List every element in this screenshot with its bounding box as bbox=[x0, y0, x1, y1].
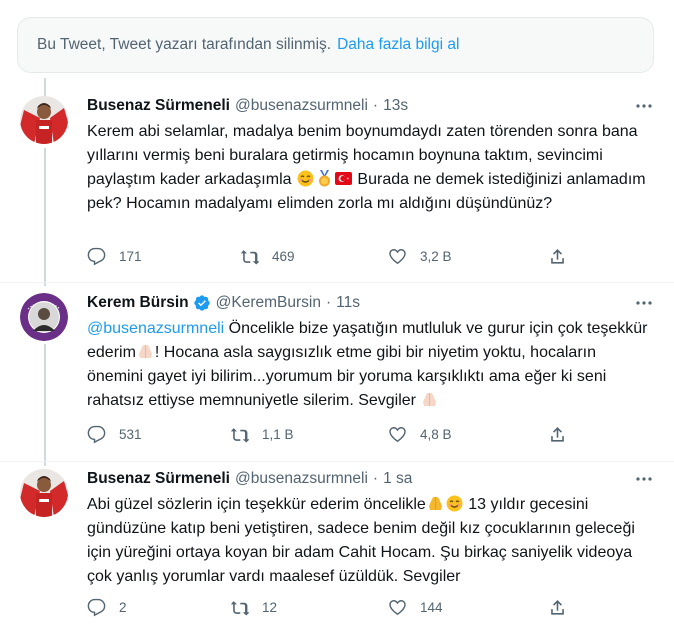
thread-line bbox=[44, 78, 46, 96]
tweet-divider bbox=[0, 282, 674, 283]
author-handle[interactable]: @KeremBursin bbox=[216, 294, 321, 312]
tweet-text: Abi güzel sözlerin için teşekkür ederim … bbox=[87, 493, 654, 589]
separator-dot: · bbox=[372, 97, 379, 114]
like-button[interactable]: 4,8 B bbox=[388, 424, 548, 444]
tweet-actions: 531 1,1 B 4,8 B bbox=[87, 424, 567, 444]
reply-button[interactable]: 531 bbox=[87, 424, 230, 444]
reply-button[interactable]: 171 bbox=[87, 246, 240, 266]
like-count: 144 bbox=[420, 599, 443, 615]
share-button[interactable] bbox=[548, 597, 567, 617]
like-button[interactable]: 3,2 B bbox=[388, 246, 548, 266]
folded-hands-emoji bbox=[421, 391, 438, 408]
retweet-icon bbox=[230, 427, 249, 442]
avatar[interactable] bbox=[20, 96, 68, 144]
avatar[interactable] bbox=[20, 469, 68, 517]
tweet-actions: 171 469 3,2 B bbox=[87, 246, 567, 266]
reply-icon bbox=[87, 247, 106, 265]
tweet-divider bbox=[0, 461, 674, 462]
verified-badge-icon bbox=[193, 294, 211, 312]
more-icon[interactable] bbox=[634, 293, 654, 313]
retweet-count: 469 bbox=[272, 248, 295, 264]
author-handle[interactable]: @busenazsurmneli bbox=[235, 470, 368, 488]
reply-count: 2 bbox=[119, 599, 127, 615]
heart-icon bbox=[389, 426, 406, 442]
tweet-actions: 2 12 144 bbox=[87, 597, 567, 617]
folded-hands-emoji bbox=[427, 495, 444, 512]
heart-icon bbox=[389, 248, 406, 264]
smiling-face-emoji bbox=[446, 495, 463, 512]
timestamp[interactable]: 11s bbox=[336, 294, 360, 312]
heart-icon bbox=[389, 599, 406, 615]
tweet-text-part: ! Hocana asla saygısızlık etme gibi bir … bbox=[87, 344, 607, 409]
retweet-icon bbox=[240, 249, 259, 264]
medal-emoji bbox=[316, 170, 333, 187]
reply-icon bbox=[87, 425, 106, 443]
avatar[interactable] bbox=[20, 293, 68, 341]
author-name[interactable]: Busenaz Sürmeneli bbox=[87, 470, 230, 488]
tweet-text: @busenazsurmneli Öncelikle bize yaşatığı… bbox=[87, 317, 654, 413]
retweet-button[interactable]: 469 bbox=[240, 246, 388, 266]
tweet-text-part: Abi güzel sözlerin için teşekkür ederim … bbox=[87, 496, 426, 513]
retweet-count: 1,1 B bbox=[262, 426, 294, 442]
reply-icon bbox=[87, 598, 106, 616]
retweet-button[interactable]: 12 bbox=[230, 597, 388, 617]
share-button[interactable] bbox=[548, 246, 567, 266]
more-icon[interactable] bbox=[634, 96, 654, 116]
learn-more-link[interactable]: Daha fazla bilgi al bbox=[337, 36, 459, 54]
reply-count: 171 bbox=[119, 248, 142, 264]
retweet-button[interactable]: 1,1 B bbox=[230, 424, 388, 444]
separator-dot: · bbox=[325, 294, 332, 311]
deleted-notice-text: Bu Tweet, Tweet yazarı tarafından silinm… bbox=[37, 36, 332, 53]
smiling-face-emoji bbox=[297, 170, 314, 187]
share-icon bbox=[551, 599, 564, 615]
reply-button[interactable]: 2 bbox=[87, 597, 230, 617]
more-icon[interactable] bbox=[634, 469, 654, 489]
like-count: 3,2 B bbox=[420, 248, 452, 264]
reply-count: 531 bbox=[119, 426, 142, 442]
author-name[interactable]: Kerem Bürsin bbox=[87, 294, 189, 312]
author-handle[interactable]: @busenazsurmneli bbox=[235, 97, 368, 115]
turkey-flag-emoji bbox=[334, 170, 352, 187]
timestamp[interactable]: 13s bbox=[383, 97, 408, 115]
like-count: 4,8 B bbox=[420, 426, 452, 442]
share-icon bbox=[551, 426, 564, 442]
retweet-count: 12 bbox=[262, 599, 278, 615]
share-button[interactable] bbox=[548, 424, 567, 444]
deleted-tweet-notice: Bu Tweet, Tweet yazarı tarafından silinm… bbox=[17, 17, 654, 73]
like-button[interactable]: 144 bbox=[388, 597, 548, 617]
mention-link[interactable]: @busenazsurmneli bbox=[87, 320, 224, 337]
share-icon bbox=[551, 248, 564, 264]
tweet-text: Kerem abi selamlar, madalya benim boynum… bbox=[87, 120, 654, 216]
retweet-icon bbox=[230, 600, 249, 615]
separator-dot: · bbox=[372, 470, 379, 487]
timestamp[interactable]: 1 sa bbox=[383, 470, 412, 488]
author-name[interactable]: Busenaz Sürmeneli bbox=[87, 97, 230, 115]
folded-hands-emoji bbox=[137, 343, 154, 360]
